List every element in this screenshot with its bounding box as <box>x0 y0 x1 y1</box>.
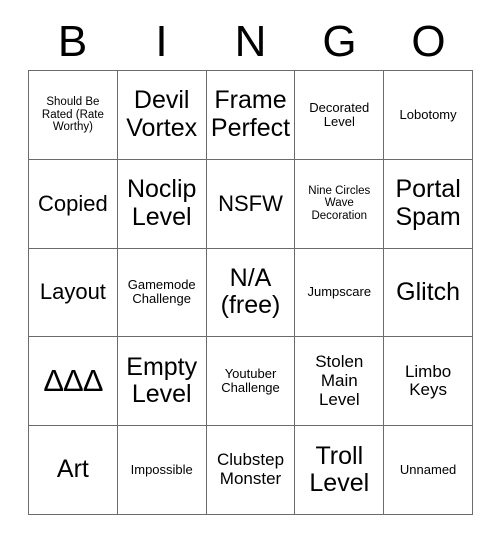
header-letter-i: I <box>155 17 168 66</box>
bingo-cell[interactable]: Youtuber Challenge <box>206 337 296 427</box>
bingo-cell[interactable]: Clubstep Monster <box>206 426 296 515</box>
bingo-cell-label: ΔΔΔ <box>43 363 103 399</box>
bingo-cell[interactable]: ΔΔΔ <box>29 337 118 427</box>
bingo-grid: Should Be Rated (Rate Worthy) Devil Vorte… <box>28 70 473 515</box>
bingo-cell[interactable]: Unnamed <box>384 426 473 515</box>
bingo-cell-label: Jumpscare <box>307 284 372 300</box>
bingo-cell[interactable]: Nine Circles Wave Decoration <box>295 159 385 249</box>
bingo-cell[interactable]: Troll Level <box>295 426 385 515</box>
bingo-cell-label: N/A (free) <box>220 263 281 320</box>
bingo-cell-label: Decorated Level <box>309 99 370 129</box>
bingo-cell-label: Art <box>56 455 89 484</box>
bingo-cell[interactable]: Frame Perfect <box>206 71 296 160</box>
bingo-cell-label: Gamemode Challenge <box>127 277 196 307</box>
bingo-card: B I N G O Should Be Rated (Rate Worthy) D… <box>0 0 500 544</box>
bingo-cell-label: Layout <box>39 279 106 305</box>
bingo-cell-label: Glitch <box>396 277 461 306</box>
bingo-cell[interactable]: Layout <box>29 248 118 338</box>
bingo-cell[interactable]: Noclip Level <box>117 159 207 249</box>
bingo-cell-label: Noclip Level <box>126 175 197 231</box>
bingo-cell[interactable]: Should Be Rated (Rate Worthy) <box>29 71 118 160</box>
bingo-cell[interactable]: Jumpscare <box>295 248 385 338</box>
bingo-cell-label: Stolen Main Level <box>315 352 364 409</box>
bingo-cell-label: Portal Spam <box>395 175 461 231</box>
bingo-cell[interactable]: Portal Spam <box>384 159 473 249</box>
bingo-cell-label: Clubstep Monster <box>216 450 285 489</box>
bingo-cell-label: Troll Level <box>309 441 370 498</box>
bingo-cell[interactable]: Art <box>29 426 118 515</box>
bingo-cell[interactable]: Copied <box>29 159 118 249</box>
bingo-cell[interactable]: Limbo Keys <box>384 337 473 427</box>
bingo-cell-label: Frame Perfect <box>210 86 291 142</box>
bingo-cell-label: NSFW <box>218 190 283 216</box>
bingo-cell[interactable]: Devil Vortex <box>117 71 207 160</box>
bingo-cell[interactable]: Impossible <box>117 426 207 515</box>
bingo-cell-label: Nine Circles Wave Decoration <box>308 184 371 223</box>
bingo-cell-label: Devil Vortex <box>126 86 198 142</box>
header-letter-o: O <box>411 17 446 66</box>
header-letter-b: B <box>57 17 88 66</box>
header-letter-g: G <box>322 17 357 66</box>
bingo-cell[interactable]: Empty Level <box>117 337 207 427</box>
bingo-cell[interactable]: Lobotomy <box>384 71 473 160</box>
bingo-cell[interactable]: Decorated Level <box>295 71 385 160</box>
bingo-cell[interactable]: NSFW <box>206 159 296 249</box>
bingo-cell[interactable]: Stolen Main Level <box>295 337 385 427</box>
bingo-cell-label: Copied <box>38 190 108 216</box>
header-letter-n: N <box>234 17 267 66</box>
bingo-cell[interactable]: Glitch <box>384 248 473 338</box>
bingo-header-row: B I N G O <box>28 14 473 70</box>
bingo-cell-label: Empty Level <box>126 352 198 409</box>
bingo-cell-label: Lobotomy <box>399 106 457 122</box>
bingo-cell-label: Impossible <box>130 461 193 477</box>
bingo-cell-label: Limbo Keys <box>404 361 452 400</box>
bingo-cell[interactable]: Gamemode Challenge <box>117 248 207 338</box>
bingo-cell-label: Unnamed <box>399 461 457 477</box>
bingo-cell[interactable]: N/A (free) <box>206 248 296 338</box>
bingo-cell-label: Youtuber Challenge <box>221 365 280 396</box>
bingo-cell-label: Should Be Rated (Rate Worthy) <box>41 95 104 134</box>
